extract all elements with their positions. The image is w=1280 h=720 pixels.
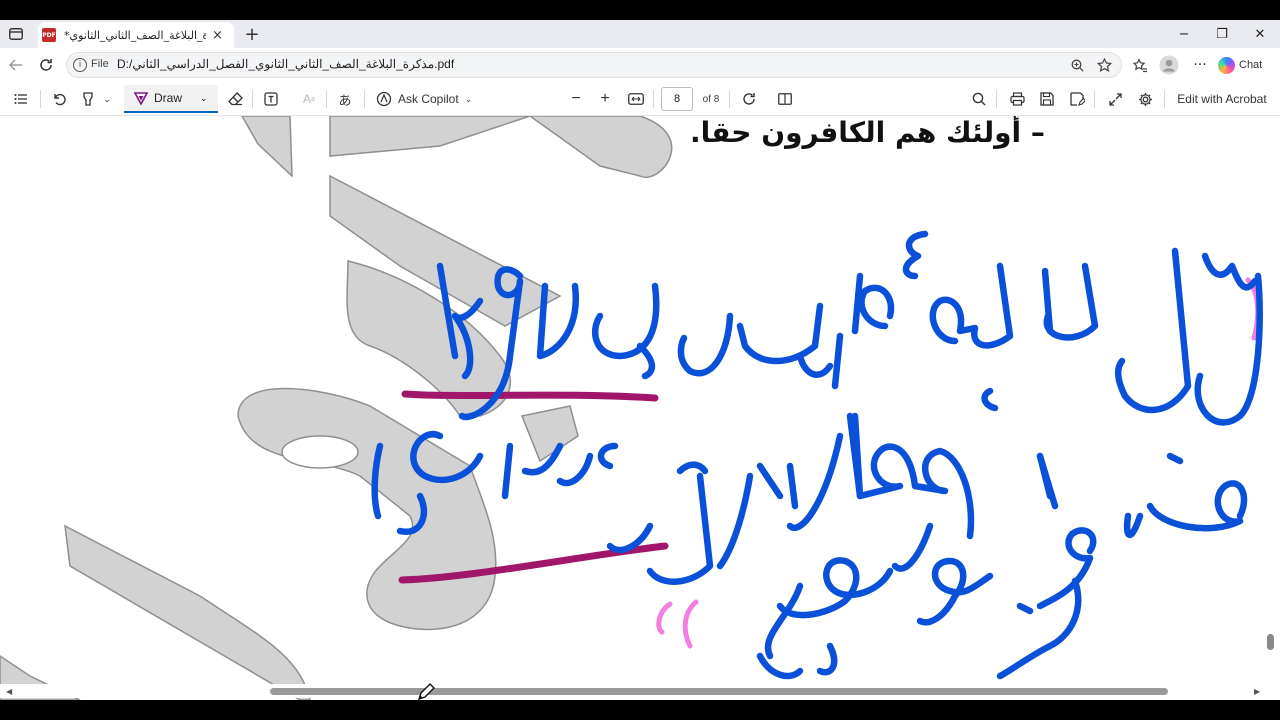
back-icon[interactable] [6,56,26,74]
draw-pen-icon [134,92,148,105]
undo-icon[interactable] [48,82,70,116]
page-view-icon[interactable] [774,82,796,116]
zoom-out-button[interactable]: − [566,82,586,116]
page-total: of 8 [702,93,720,105]
pen-cursor-icon [417,683,435,700]
underline-stroke-1 [401,390,659,402]
pdf-file-icon: PDF [42,28,56,42]
save-icon[interactable] [1036,82,1058,116]
copilot-icon [1218,56,1235,74]
rotate-icon[interactable] [738,82,760,116]
new-tab-button[interactable]: + [242,24,262,45]
zoom-in-button[interactable]: + [595,82,615,116]
scroll-left-arrow-icon[interactable]: ◀ [6,687,12,696]
draw-label: Draw [154,91,183,105]
quote-mark-2 [656,599,699,649]
save-as-icon[interactable] [1066,82,1088,116]
settings-gear-icon[interactable] [1134,82,1156,116]
ask-copilot-icon [376,91,392,107]
active-tab[interactable]: PDF *مذكرة_البلاغة_الصف_الثاني_الثانوي × [38,22,234,48]
vertical-scrollbar[interactable] [1264,116,1278,684]
text-box-icon[interactable] [260,82,282,116]
fullscreen-icon[interactable] [1104,82,1126,116]
address-row: i File D:/مذكرة_البلاغة_الصف_الثاني_الثا… [0,48,1280,82]
ask-copilot-label: Ask Copilot [398,92,459,106]
close-window-button[interactable]: ✕ [1240,20,1280,48]
search-icon[interactable] [968,82,990,116]
draw-chevron-down-icon[interactable]: ⌄ [200,93,208,104]
print-icon[interactable] [1006,82,1028,116]
info-icon[interactable]: i [73,58,87,72]
url-text[interactable]: D:/مذكرة_البلاغة_الصف_الثاني_الثانوي_الف… [117,57,454,71]
handwriting-line-2 [371,387,1248,585]
fit-width-icon[interactable] [624,82,648,116]
page-number-input[interactable]: 8 [661,87,693,111]
scheme-label: File [91,58,109,70]
minimize-button[interactable]: − [1164,20,1204,48]
copilot-chat-button[interactable]: Chat [1218,52,1274,78]
handwriting-line-3 [756,522,1097,680]
text-format-icon: Aa [303,92,315,106]
horizontal-scrollbar[interactable]: ◀ ▶ [0,684,1280,698]
ink-annotations [371,230,1263,680]
pdf-page: – أولئك هم الكافرون حقا. [0,116,1280,700]
edit-with-acrobat-button[interactable]: Edit with Acrobat [1172,82,1272,116]
eraser-icon[interactable] [224,82,246,116]
address-bar[interactable]: i File D:/مذكرة_البلاغة_الصف_الثاني_الثا… [66,52,1122,78]
vertical-scroll-thumb[interactable] [1267,634,1274,650]
zoom-icon[interactable] [1069,57,1085,73]
ask-copilot-chevron-down-icon[interactable]: ⌄ [465,94,473,105]
ask-copilot-button[interactable]: Ask Copilot ⌄ [376,82,486,116]
scroll-right-arrow-icon[interactable]: ▶ [1254,687,1260,696]
maximize-button[interactable]: ❐ [1202,20,1242,48]
favorites-icon[interactable] [1130,56,1150,74]
profile-avatar[interactable] [1158,54,1180,76]
chat-label: Chat [1239,59,1263,71]
read-aloud-icon[interactable]: あ [334,82,356,116]
refresh-icon[interactable] [36,56,56,74]
tab-actions-icon[interactable] [6,26,26,42]
pdf-toolbar: ⌄ Draw ⌄ Aa あ Ask Copilot ⌄ − + 8 of 8 E… [0,82,1280,116]
tab-title: *مذكرة_البلاغة_الصف_الثاني_الثانوي [64,28,206,42]
more-menu-icon[interactable]: ··· [1188,54,1212,76]
horizontal-scroll-thumb[interactable] [270,688,1168,695]
highlight-chevron-down-icon[interactable]: ⌄ [100,82,114,116]
highlight-icon[interactable] [78,82,98,116]
browser-window: PDF *مذكرة_البلاغة_الصف_الثاني_الثانوي ×… [0,20,1280,700]
contents-icon[interactable] [10,82,32,116]
favorite-star-icon[interactable] [1095,56,1113,74]
tab-close-icon[interactable]: × [212,28,223,43]
tab-bar: PDF *مذكرة_البلاغة_الصف_الثاني_الثانوي ×… [0,20,1280,48]
draw-button[interactable]: Draw ⌄ [124,85,218,113]
